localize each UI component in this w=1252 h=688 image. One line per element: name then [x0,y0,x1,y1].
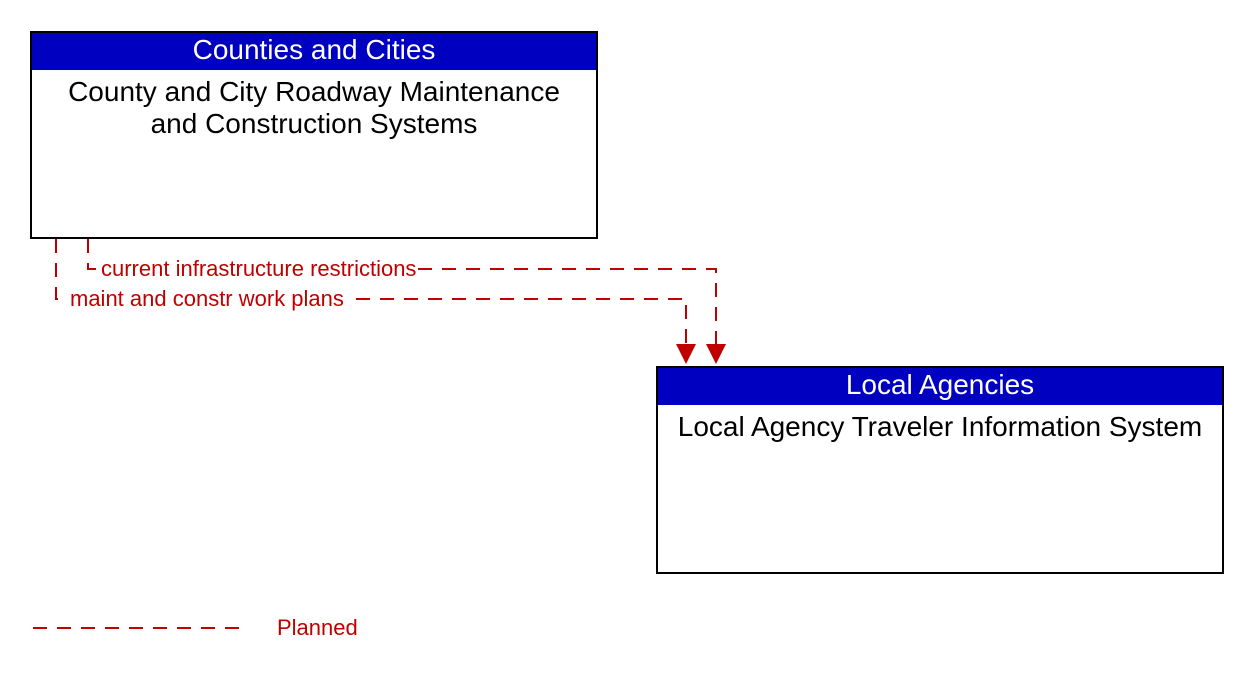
connectors [0,0,1252,688]
diagram-canvas: Counties and Cities County and City Road… [0,0,1252,688]
flow-label-work-plans: maint and constr work plans [68,286,346,312]
legend-label-planned: Planned [277,615,358,641]
flow-label-infrastructure-restrictions: current infrastructure restrictions [99,256,418,282]
